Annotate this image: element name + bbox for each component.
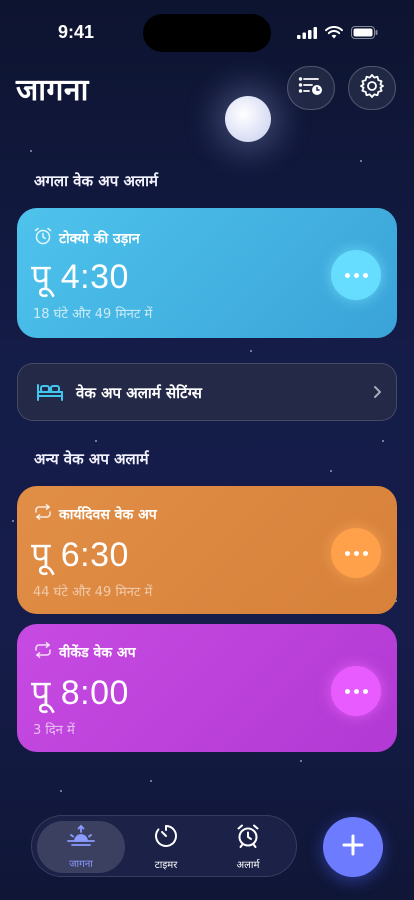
alarm-clock-icon	[235, 823, 261, 853]
alarm-remaining: 44 घंटे और 49 मिनट में	[33, 585, 153, 600]
alarm-remaining: 3 दिन में	[33, 723, 75, 738]
moon-illustration	[225, 96, 271, 142]
dynamic-island	[143, 14, 271, 52]
gear-icon	[359, 73, 385, 103]
alarm-clock-icon	[33, 226, 53, 250]
tab-label: जागना	[69, 859, 93, 870]
status-icons	[297, 24, 378, 43]
settings-button[interactable]	[348, 66, 396, 110]
repeat-icon	[33, 504, 53, 524]
bed-icon	[36, 382, 64, 406]
add-alarm-button[interactable]	[323, 817, 383, 877]
alarm-time: पू 4:30	[31, 258, 129, 296]
tab-timer[interactable]: टाइमर	[122, 821, 210, 873]
alarm-remaining: 18 घंटे और 49 मिनट में	[33, 307, 153, 322]
plus-icon	[341, 833, 365, 861]
ellipsis-icon	[344, 550, 368, 556]
alarm-card-weekday-wake-up[interactable]: कार्यदिवस वेक अप पू 6:30 44 घंटे और 49 म…	[17, 486, 397, 614]
battery-icon	[351, 24, 378, 43]
alarm-time: पू 8:00	[31, 674, 129, 712]
alarm-name: टोक्यो की उड़ान	[59, 230, 140, 247]
status-time: 9:41	[58, 22, 95, 42]
alarm-card-weekend-wake-up[interactable]: वीकेंड वेक अप पू 8:00 3 दिन में	[17, 624, 397, 752]
ellipsis-icon	[344, 272, 368, 278]
tab-label: टाइमर	[154, 860, 178, 871]
repeat-icon	[33, 642, 53, 662]
settings-row-label: वेक अप अलार्म सेटिंग्स	[76, 384, 202, 402]
ellipsis-icon	[344, 688, 368, 694]
alarm-time: पू 6:30	[31, 536, 129, 574]
alarm-card-tokyo-flight[interactable]: टोक्यो की उड़ान पू 4:30 18 घंटे और 49 मि…	[17, 208, 397, 338]
status-bar: 9:41	[0, 0, 414, 60]
chevron-right-icon	[372, 384, 382, 404]
tab-label: अलार्म	[236, 860, 260, 871]
tab-alarm[interactable]: अलार्म	[204, 821, 292, 873]
wake-up-alarm-settings-row[interactable]: वेक अप अलार्म सेटिंग्स	[17, 363, 397, 421]
tab-bar: जागना टाइमर अलार्म	[31, 815, 297, 877]
other-alarms-section-label: अन्य वेक अप अलार्म	[34, 450, 149, 468]
wifi-icon	[325, 24, 343, 43]
more-options-button[interactable]	[331, 666, 381, 716]
sunrise-icon	[66, 824, 96, 852]
alarm-name: वीकेंड वेक अप	[59, 644, 136, 661]
tab-wake-up[interactable]: जागना	[37, 821, 125, 873]
alarm-name: कार्यदिवस वेक अप	[59, 506, 157, 523]
signal-icon	[297, 24, 317, 43]
page-title: जागना	[16, 73, 89, 108]
timer-icon	[153, 823, 179, 853]
list-clock-icon	[298, 75, 324, 101]
more-options-button[interactable]	[331, 250, 381, 300]
next-alarm-section-label: अगला वेक अप अलार्म	[34, 172, 158, 190]
alarm-list-button[interactable]	[287, 66, 335, 110]
more-options-button[interactable]	[331, 528, 381, 578]
